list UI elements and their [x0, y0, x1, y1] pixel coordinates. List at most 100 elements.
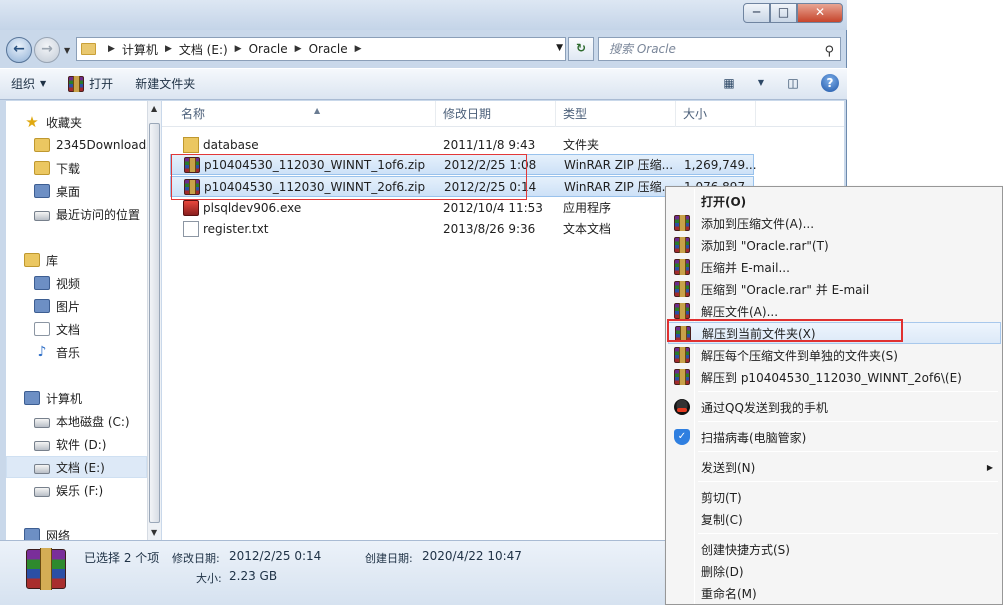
winrar-icon [674, 259, 690, 275]
breadcrumb-separator-icon[interactable]: ▶ [295, 44, 302, 54]
sidebar-item-label: 娱乐 (F:) [56, 483, 104, 498]
column-header-name[interactable]: 名称 ▲ [174, 101, 436, 127]
sidebar-item-downloads[interactable]: 下载 [34, 157, 80, 179]
chevron-down-icon: ▼ [40, 79, 47, 88]
menu-item-send-qq[interactable]: 通过QQ发送到我的手机 [668, 396, 1001, 418]
open-button[interactable]: 打开 [57, 71, 124, 97]
organize-label: 组织 [11, 77, 36, 91]
sidebar-item-drive-d[interactable]: 软件 (D:) [34, 433, 106, 455]
menu-item-add-archive[interactable]: 添加到压缩文件(A)... [668, 212, 1001, 234]
menu-item-rename[interactable]: 重命名(M) [668, 582, 1001, 604]
sidebar-item-drive-f[interactable]: 娱乐 (F:) [34, 479, 103, 501]
menu-item-create-shortcut[interactable]: 创建快捷方式(S) [668, 538, 1001, 560]
menu-item-extract-to[interactable]: 解压到 p10404530_112030_WINNT_2of6\(E) [668, 366, 1001, 388]
menu-item-label: 发送到(N) [701, 460, 756, 475]
breadcrumb-oracle-sub[interactable]: Oracle [309, 42, 348, 56]
sidebar-network[interactable]: 网络 [24, 524, 70, 540]
preview-pane-icon[interactable]: ◫ [783, 73, 803, 93]
windows-drive-icon [34, 418, 50, 428]
modified-label: 修改日期: [172, 552, 220, 565]
breadcrumb-computer[interactable]: 计算机 [122, 41, 158, 58]
menu-item-label: 打开(O) [701, 194, 747, 209]
sidebar-item-label: 文档 [56, 322, 81, 337]
menu-item-label: 压缩并 E-mail... [701, 260, 790, 275]
refresh-button[interactable]: ↻ [568, 37, 594, 61]
forward-button[interactable]: → [34, 37, 60, 63]
navigation-bar: ← → ▼ ▶ 计算机 ▶ 文档 (E:) ▶ Oracle ▶ Oracle … [0, 30, 847, 68]
search-input[interactable]: 搜索 Oracle ⚲ [598, 37, 841, 61]
folder-icon [183, 136, 199, 153]
back-button[interactable]: ← [6, 37, 32, 63]
sidebar-item-recent[interactable]: 最近访问的位置 [34, 203, 140, 225]
scrollbar-thumb[interactable] [149, 123, 160, 523]
menu-item-label: 重命名(M) [701, 586, 757, 601]
file-size: 1,269,749... [684, 157, 757, 172]
sidebar-libraries[interactable]: 库 [24, 249, 58, 271]
view-options-chevron-icon[interactable]: ▼ [757, 73, 765, 93]
sidebar-computer[interactable]: 计算机 [24, 387, 82, 409]
sidebar-item-label: 图片 [56, 299, 81, 314]
drive-icon [34, 441, 50, 451]
search-icon[interactable]: ⚲ [824, 41, 834, 63]
help-icon[interactable]: ? [821, 74, 839, 92]
sidebar-item-drive-c[interactable]: 本地磁盘 (C:) [34, 410, 130, 432]
sidebar-item-music[interactable]: ♪ 音乐 [34, 341, 80, 363]
menu-item-scan-virus[interactable]: ✓ 扫描病毒(电脑管家) [668, 426, 1001, 448]
minimize-button[interactable]: ─ [743, 3, 770, 23]
file-row-database[interactable]: database 2011/11/8 9:43 文件夹 [170, 134, 754, 155]
drive-icon [34, 487, 50, 497]
menu-separator [698, 391, 998, 392]
menu-item-compress-email[interactable]: 压缩并 E-mail... [668, 256, 1001, 278]
winrar-icon [674, 369, 690, 385]
navigation-pane-scrollbar[interactable]: ▲ ▼ [147, 101, 161, 540]
breadcrumb-separator-icon[interactable]: ▶ [355, 44, 362, 54]
music-icon: ♪ [37, 344, 47, 360]
column-header-size[interactable]: 大小 [676, 101, 756, 127]
scroll-down-icon[interactable]: ▼ [151, 528, 157, 537]
sidebar-item-videos[interactable]: 视频 [34, 272, 80, 294]
menu-item-delete[interactable]: 删除(D) [668, 560, 1001, 582]
organize-button[interactable]: 组织 ▼ [0, 71, 57, 97]
menu-item-label: 通过QQ发送到我的手机 [701, 400, 828, 415]
menu-item-copy[interactable]: 复制(C) [668, 508, 1001, 530]
breadcrumb-separator-icon[interactable]: ▶ [235, 44, 242, 54]
menu-item-add-rar[interactable]: 添加到 "Oracle.rar"(T) [668, 234, 1001, 256]
menu-separator [698, 533, 998, 534]
sidebar-favorites[interactable]: ★ 收藏夹 [24, 111, 82, 133]
menu-item-compress-rar-email[interactable]: 压缩到 "Oracle.rar" 并 E-mail [668, 278, 1001, 300]
menu-item-label: 解压文件(A)... [701, 304, 779, 319]
sidebar-item-documents[interactable]: 文档 [34, 318, 80, 340]
menu-item-open[interactable]: 打开(O) [668, 190, 1001, 212]
text-file-icon [183, 220, 199, 237]
maximize-button[interactable]: □ [770, 3, 797, 23]
network-icon [24, 528, 40, 540]
breadcrumb-separator-icon[interactable]: ▶ [165, 44, 172, 54]
menu-item-extract-each[interactable]: 解压每个压缩文件到单独的文件夹(S) [668, 344, 1001, 366]
column-header-date[interactable]: 修改日期 [436, 101, 556, 127]
address-bar[interactable]: ▶ 计算机 ▶ 文档 (E:) ▶ Oracle ▶ Oracle ▶ ▼ [76, 37, 566, 61]
breadcrumb-drive-e[interactable]: 文档 (E:) [179, 41, 228, 58]
column-header-type[interactable]: 类型 [556, 101, 676, 127]
address-dropdown-icon[interactable]: ▼ [556, 43, 563, 53]
view-controls: ▦ ▼ ◫ ? [719, 73, 839, 93]
scroll-up-icon[interactable]: ▲ [151, 104, 157, 113]
recent-places-icon [34, 211, 50, 221]
sidebar-item-label: 软件 (D:) [56, 437, 107, 452]
menu-item-send-to[interactable]: 发送到(N) ▶ [668, 456, 1001, 478]
breadcrumb-separator-icon[interactable]: ▶ [108, 44, 115, 54]
winrar-icon [68, 76, 85, 92]
menu-separator [698, 451, 998, 452]
menu-item-cut[interactable]: 剪切(T) [668, 486, 1001, 508]
change-view-icon[interactable]: ▦ [719, 73, 739, 93]
sidebar-item-desktop[interactable]: 桌面 [34, 180, 80, 202]
menu-item-label: 复制(C) [701, 512, 743, 527]
new-folder-button[interactable]: 新建文件夹 [124, 71, 206, 97]
menu-item-label: 剪切(T) [701, 490, 742, 505]
close-button[interactable]: ✕ [797, 3, 843, 23]
file-type: 应用程序 [563, 201, 612, 215]
breadcrumb-oracle[interactable]: Oracle [249, 42, 288, 56]
sidebar-item-pictures[interactable]: 图片 [34, 295, 80, 317]
sidebar-item-drive-e[interactable]: 文档 (E:) [6, 456, 147, 478]
sidebar-item-downloads-2345[interactable]: 2345Downloads [34, 134, 147, 156]
recent-pages-dropdown[interactable]: ▼ [64, 46, 74, 56]
